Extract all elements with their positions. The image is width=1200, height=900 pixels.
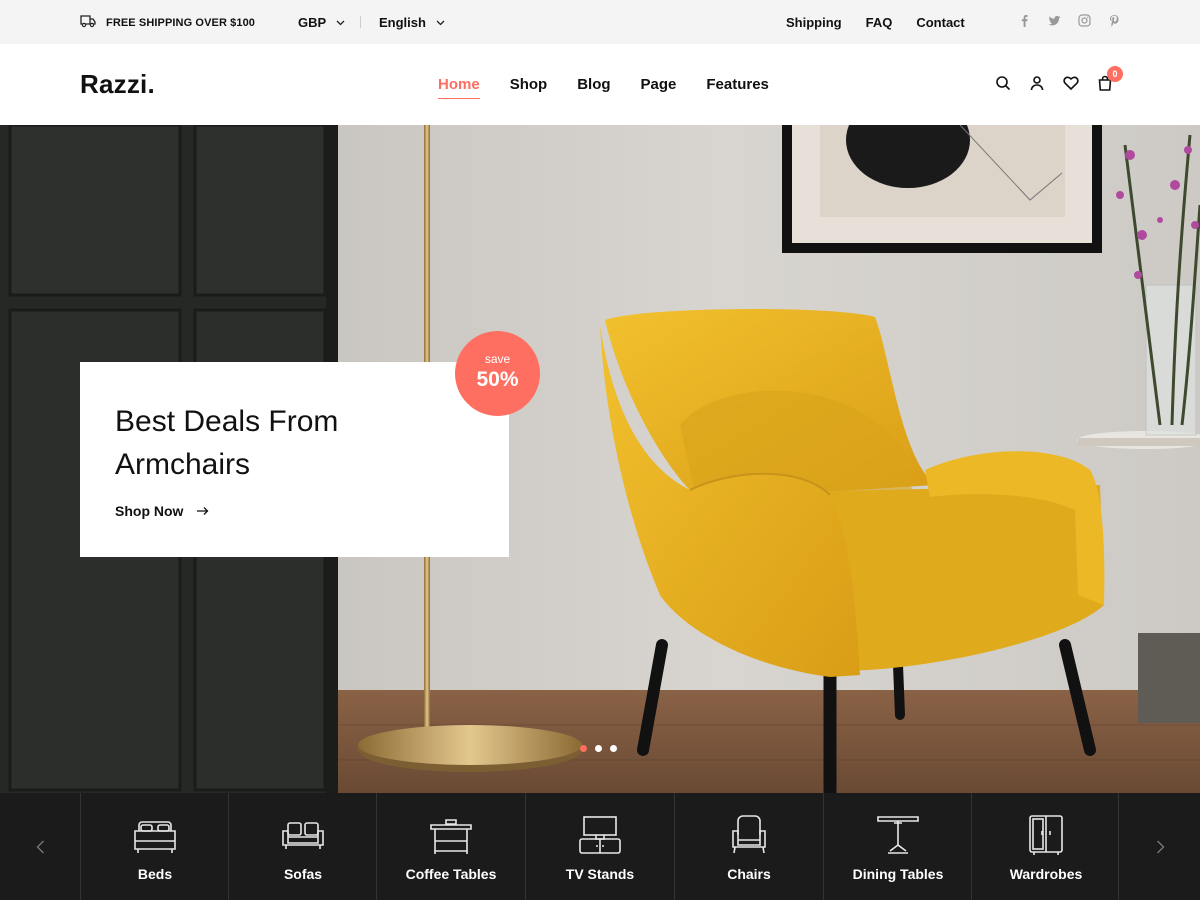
divider <box>360 16 361 28</box>
nav-shop[interactable]: Shop <box>510 76 548 97</box>
slider-dot[interactable] <box>580 745 587 752</box>
pinterest-icon[interactable] <box>1107 13 1121 27</box>
category-dining-tables[interactable]: Dining Tables <box>823 793 971 900</box>
coffee-table-icon <box>426 813 476 859</box>
heart-icon[interactable] <box>1063 75 1079 91</box>
instagram-icon[interactable] <box>1077 13 1091 27</box>
currency-selector[interactable]: GBP <box>298 15 345 30</box>
nav-blog[interactable]: Blog <box>577 76 610 97</box>
top-links: Shipping FAQ Contact <box>786 15 965 30</box>
slider-dot[interactable] <box>595 745 602 752</box>
shipping-text: FREE SHIPPING OVER $100 <box>106 16 256 29</box>
cart-count-badge: 0 <box>1107 66 1123 82</box>
chevron-right-icon <box>1156 840 1164 853</box>
promo-card: Best Deals From Armchairs Shop Now <box>80 362 509 557</box>
category-prev-button[interactable] <box>0 793 80 900</box>
twitter-icon[interactable] <box>1047 13 1061 27</box>
category-label: Dining Tables <box>852 866 944 882</box>
arrow-right-icon <box>197 507 209 515</box>
armchair-icon <box>724 813 774 859</box>
category-chairs[interactable]: Chairs <box>674 793 822 900</box>
category-beds[interactable]: Beds <box>80 793 228 900</box>
category-tv-stands[interactable]: TV Stands <box>525 793 673 900</box>
category-wardrobes[interactable]: Wardrobes <box>971 793 1119 900</box>
link-contact[interactable]: Contact <box>916 15 964 30</box>
category-label: TV Stands <box>565 866 635 882</box>
nav-features[interactable]: Features <box>706 76 769 97</box>
user-icon[interactable] <box>1029 75 1045 91</box>
category-label: Coffee Tables <box>405 866 497 882</box>
facebook-icon[interactable] <box>1017 13 1031 27</box>
link-faq[interactable]: FAQ <box>866 15 893 30</box>
nav-page[interactable]: Page <box>641 76 677 97</box>
shop-now-link[interactable]: Shop Now <box>115 503 209 519</box>
currency-value: GBP <box>298 15 327 30</box>
cart-icon[interactable]: 0 <box>1097 66 1123 91</box>
discount-badge-value: 50% <box>476 368 519 391</box>
slider-dot[interactable] <box>610 745 617 752</box>
discount-badge: save 50% <box>455 331 540 416</box>
category-coffee-tables[interactable]: Coffee Tables <box>376 793 524 900</box>
main-nav: Home Shop Blog Page Features <box>438 76 769 99</box>
dining-table-icon <box>873 813 923 859</box>
bed-icon <box>130 813 180 859</box>
category-label: Chairs <box>727 866 771 882</box>
site-logo[interactable]: Razzi. <box>80 69 155 100</box>
language-selector[interactable]: English <box>379 15 445 30</box>
shop-now-label: Shop Now <box>115 503 184 519</box>
hero-title: Best Deals From Armchairs <box>115 405 339 481</box>
category-label: Wardrobes <box>1009 866 1083 882</box>
hero-slider: Best Deals From Armchairs Shop Now save … <box>0 125 1200 793</box>
category-bar: Beds Sofas Coffee Tables TV Stands Chair… <box>0 793 1200 900</box>
header-icons: 0 <box>995 66 1123 91</box>
language-value: English <box>379 15 426 30</box>
category-next-button[interactable] <box>1120 793 1200 900</box>
slider-dots <box>580 745 617 752</box>
chevron-down-icon <box>336 20 345 25</box>
chevron-down-icon <box>436 20 445 25</box>
truck-icon <box>80 14 96 31</box>
wardrobe-icon <box>1021 813 1071 859</box>
nav-home[interactable]: Home <box>438 76 480 99</box>
sofa-icon <box>278 813 328 859</box>
chevron-left-icon <box>36 840 44 853</box>
discount-badge-label: save <box>484 352 511 366</box>
link-shipping[interactable]: Shipping <box>786 15 842 30</box>
category-label: Sofas <box>283 866 323 882</box>
top-bar: FREE SHIPPING OVER $100 GBP English Ship… <box>0 0 1200 44</box>
main-header: Razzi. Home Shop Blog Page Features 0 <box>0 44 1200 125</box>
free-shipping-notice: FREE SHIPPING OVER $100 <box>80 14 255 31</box>
search-icon[interactable] <box>995 75 1011 91</box>
social-links <box>1017 13 1121 27</box>
tv-stand-icon <box>575 813 625 859</box>
category-sofas[interactable]: Sofas <box>228 793 376 900</box>
category-label: Beds <box>137 866 173 882</box>
